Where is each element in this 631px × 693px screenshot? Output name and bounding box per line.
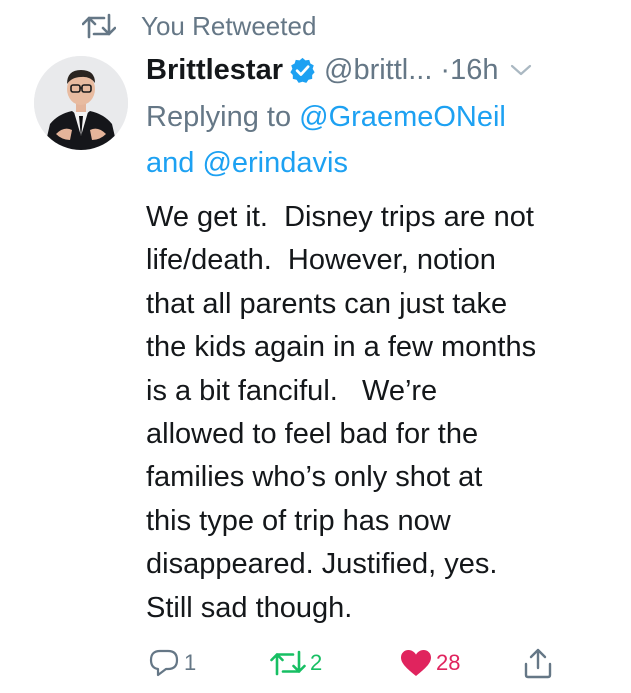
tweet-text-line: life/death. However, notion (146, 244, 496, 277)
author-handle[interactable]: @brittl... (324, 54, 432, 87)
share-icon (524, 648, 552, 679)
display-name[interactable]: Brittlestar (146, 54, 283, 87)
reply-bubble-icon (149, 649, 179, 677)
verified-badge-icon (290, 57, 315, 83)
reply-count: 1 (184, 650, 197, 675)
replying-to-label: Replying to (146, 101, 292, 133)
retweet-button[interactable]: 2 (270, 645, 322, 681)
tweet-text-line: the kids again in a few months (146, 331, 537, 364)
reply-button[interactable]: 1 (148, 645, 196, 681)
retweet-icon (270, 650, 306, 676)
avatar-photo (34, 56, 128, 150)
retweet-notice: You Retweeted (82, 10, 316, 42)
share-button[interactable] (523, 645, 553, 681)
tweet-text-line: is a bit fanciful. We’re (146, 374, 438, 407)
like-count: 28 (436, 650, 461, 675)
heart-icon (401, 650, 431, 676)
chevron-down-icon[interactable] (510, 63, 532, 77)
tweet-text: We get it. Disney trips are not life/dea… (146, 196, 616, 630)
avatar[interactable] (34, 56, 128, 150)
tweet-header: Brittlestar @brittl... · 16h (146, 50, 609, 90)
tweet-text-line: that all parents can just take (146, 287, 508, 320)
tweet-text-line: Still sad though. (146, 591, 353, 624)
retweet-icon (82, 13, 116, 39)
tweet-text-line: disappeared. Justified, yes. (146, 548, 498, 581)
mention-link[interactable]: @erindavis (202, 147, 348, 179)
reply-context: Replying to @GraemeONeil and @erindavis (146, 94, 606, 186)
mention-link[interactable]: @GraemeONeil (299, 101, 506, 133)
tweet-text-line: families who’s only shot at (146, 461, 483, 494)
retweet-notice-text: You Retweeted (141, 10, 317, 41)
retweet-count: 2 (310, 650, 323, 675)
like-button[interactable]: 28 (400, 645, 460, 681)
and-label: and (146, 147, 195, 179)
timestamp[interactable]: 16h (450, 54, 498, 87)
tweet-actions: 1 2 28 (148, 645, 588, 681)
timestamp-separator: · (440, 53, 451, 86)
tweet-text-line: allowed to feel bad for the (146, 418, 479, 451)
tweet-text-line: this type of trip has now (146, 504, 451, 537)
tweet-text-line: We get it. Disney trips are not (146, 201, 534, 233)
